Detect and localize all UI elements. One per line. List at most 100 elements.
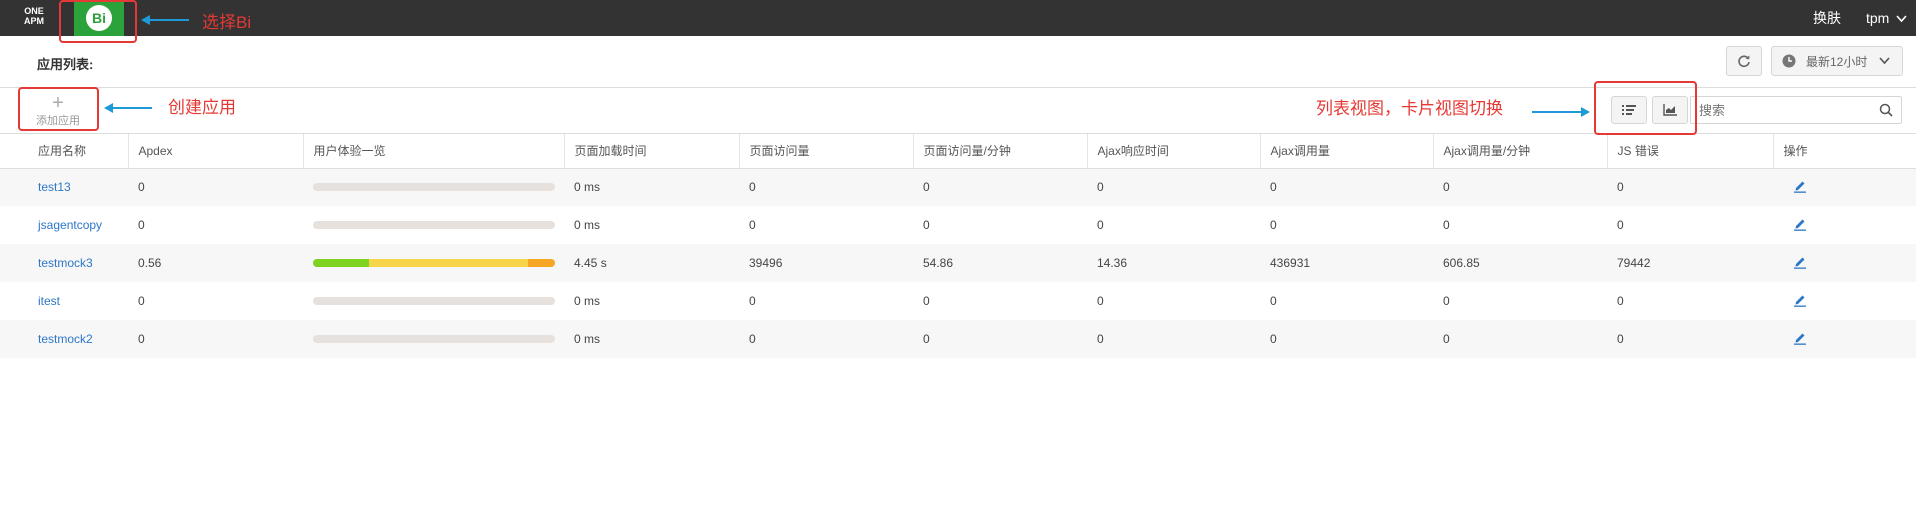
search-icon[interactable] [1879, 103, 1893, 117]
value-page-views-per-min: 0 [923, 294, 930, 308]
value-load-time: 0 ms [574, 294, 601, 308]
user-menu[interactable]: tpm [1866, 0, 1907, 36]
cell-ajax-calls: 0 [1260, 282, 1433, 320]
experience-bar [313, 259, 555, 267]
value-apdex: 0 [138, 332, 145, 346]
page-title: 应用列表: [37, 57, 94, 72]
cell-experience [303, 244, 564, 282]
col-header-experience[interactable]: 用户体验一览 [303, 134, 565, 169]
app-name-link[interactable]: testmock2 [38, 332, 93, 346]
cell-load-time: 0 ms [564, 206, 739, 244]
col-header-load-time[interactable]: 页面加载时间 [564, 134, 740, 169]
cell-actions [1773, 244, 1916, 282]
time-range-select[interactable]: 最新12小时 [1771, 46, 1903, 76]
skin-switch-link[interactable]: 换肤 [1813, 0, 1841, 36]
app-name-link[interactable]: test13 [38, 180, 71, 194]
value-page-views: 0 [749, 218, 756, 232]
user-name: tpm [1866, 10, 1890, 26]
value-page-views: 0 [749, 294, 756, 308]
cell-js-errors: 0 [1607, 282, 1773, 320]
cell-ajax-calls-per-min: 0 [1433, 282, 1607, 320]
search-box [1690, 96, 1902, 124]
cell-page-views: 39496 [739, 244, 913, 282]
value-page-views-per-min: 0 [923, 180, 930, 195]
clock-icon [1782, 54, 1796, 68]
value-ajax-calls: 0 [1270, 332, 1277, 346]
app-name-link[interactable]: itest [38, 294, 60, 308]
col-header-ajax-calls[interactable]: Ajax调用量 [1260, 134, 1434, 169]
edit-icon[interactable] [1793, 293, 1807, 307]
col-header-page-views[interactable]: 页面访问量 [739, 134, 914, 169]
cell-app-name: testmock3 [0, 244, 128, 282]
top-nav-bar: ONE APM Bi 换肤 tpm [0, 0, 1916, 36]
col-header-js-errors[interactable]: JS 错误 [1607, 134, 1774, 169]
cell-ajax-calls: 436931 [1260, 244, 1433, 282]
col-header-apdex[interactable]: Apdex [128, 134, 304, 169]
cell-experience [303, 206, 564, 244]
table-row[interactable]: testmock2 0 0 ms 0 0 0 0 0 0 [0, 320, 1916, 358]
cell-apdex: 0 [128, 282, 303, 320]
cell-apdex: 0 [128, 320, 303, 358]
table-header-row: 应用名称 Apdex 用户体验一览 页面加载时间 页面访问量 页面访问量/分钟 … [0, 134, 1916, 169]
value-js-errors: 0 [1617, 332, 1624, 346]
oneapm-logo[interactable]: ONE APM [20, 6, 48, 30]
annotation-arrow-add [104, 103, 152, 113]
cell-actions [1773, 168, 1916, 206]
value-ajax-calls-per-min: 606.85 [1443, 256, 1480, 270]
value-js-errors: 0 [1617, 294, 1624, 308]
cell-ajax-calls: 0 [1260, 206, 1433, 244]
col-header-app-name[interactable]: 应用名称 [0, 134, 129, 169]
cell-apdex: 0 [128, 206, 303, 244]
experience-bar-segment [528, 259, 555, 267]
value-ajax-calls-per-min: 0 [1443, 294, 1450, 308]
cell-app-name: jsagentcopy [0, 206, 128, 244]
annotation-create-app: 创建应用 [168, 98, 236, 117]
value-page-views-per-min: 54.86 [923, 256, 954, 270]
cell-ajax-calls-per-min: 0 [1433, 320, 1607, 358]
logo-line-1: ONE [24, 6, 44, 16]
cell-ajax-calls: 0 [1260, 320, 1433, 358]
search-input[interactable] [1691, 97, 1871, 123]
edit-icon[interactable] [1793, 179, 1807, 193]
value-load-time: 0 ms [574, 180, 601, 195]
cell-page-views-per-min: 54.86 [913, 244, 1087, 282]
value-ajax-response: 0 [1097, 218, 1104, 232]
table-row[interactable]: itest 0 0 ms 0 0 0 0 0 0 [0, 282, 1916, 320]
cell-load-time: 0 ms [564, 320, 739, 358]
table-row[interactable]: test13 0 0 ms 0 0 0 0 0 0 [0, 168, 1916, 206]
chevron-down-icon [1896, 15, 1907, 23]
cell-ajax-response: 0 [1087, 320, 1260, 358]
cell-app-name: test13 [0, 168, 128, 206]
table-row[interactable]: testmock3 0.56 4.45 s 39496 54.86 14.36 436931… [0, 244, 1916, 282]
col-header-page-views-per-min[interactable]: 页面访问量/分钟 [913, 134, 1088, 169]
refresh-button[interactable] [1726, 46, 1762, 76]
value-ajax-calls-per-min: 0 [1443, 332, 1450, 346]
value-page-views: 39496 [749, 256, 783, 270]
table-row[interactable]: jsagentcopy 0 0 ms 0 0 0 0 0 0 [0, 206, 1916, 244]
edit-icon[interactable] [1793, 217, 1807, 231]
cell-ajax-response: 0 [1087, 206, 1260, 244]
app-list-table: 应用名称 Apdex 用户体验一览 页面加载时间 页面访问量 页面访问量/分钟 … [0, 134, 1916, 358]
value-apdex: 0 [138, 180, 145, 195]
cell-page-views: 0 [739, 168, 913, 206]
col-header-ajax-response[interactable]: Ajax响应时间 [1087, 134, 1261, 169]
cell-app-name: itest [0, 282, 128, 320]
app-name-link[interactable]: jsagentcopy [38, 218, 102, 232]
value-ajax-response: 0 [1097, 294, 1104, 308]
col-header-ajax-calls-per-min[interactable]: Ajax调用量/分钟 [1433, 134, 1608, 169]
cell-actions [1773, 206, 1916, 244]
value-js-errors: 0 [1617, 180, 1624, 195]
value-ajax-calls: 0 [1270, 294, 1277, 308]
edit-icon[interactable] [1793, 331, 1807, 345]
cell-actions [1773, 320, 1916, 358]
cell-ajax-response: 0 [1087, 168, 1260, 206]
cell-js-errors: 0 [1607, 168, 1773, 206]
annotation-box-view [1594, 81, 1697, 135]
edit-icon[interactable] [1793, 255, 1807, 269]
app-name-link[interactable]: testmock3 [38, 256, 93, 270]
refresh-icon [1738, 55, 1750, 68]
cell-ajax-calls-per-min: 0 [1433, 168, 1607, 206]
cell-load-time: 0 ms [564, 168, 739, 206]
cell-experience [303, 320, 564, 358]
cell-page-views: 0 [739, 206, 913, 244]
